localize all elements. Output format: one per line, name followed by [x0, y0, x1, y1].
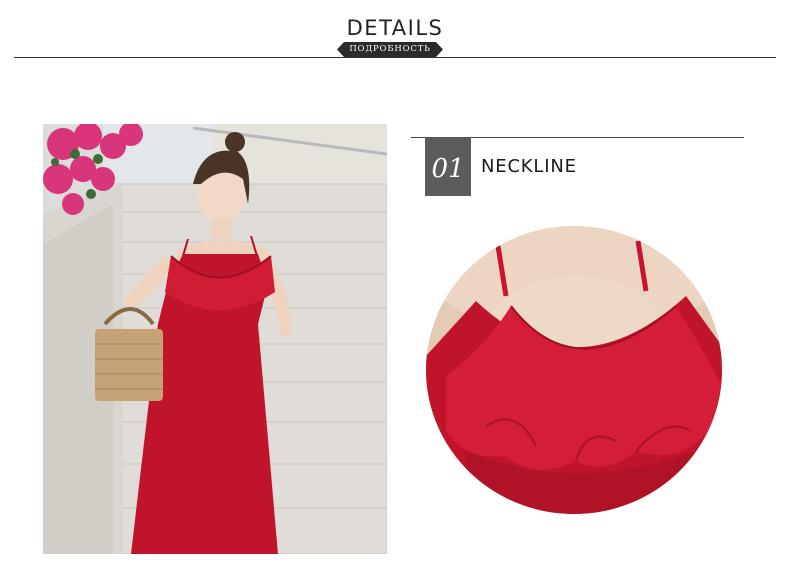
detail-label: NECKLINE [481, 156, 577, 177]
section-subtitle-badge: ПОДРОБНОСТЬ [337, 42, 443, 57]
detail-number-badge: 01 [425, 137, 471, 196]
section-title: DETAILS [346, 16, 444, 40]
model-photo [43, 124, 387, 554]
neckline-closeup-photo [426, 226, 722, 514]
header-divider [14, 57, 776, 58]
